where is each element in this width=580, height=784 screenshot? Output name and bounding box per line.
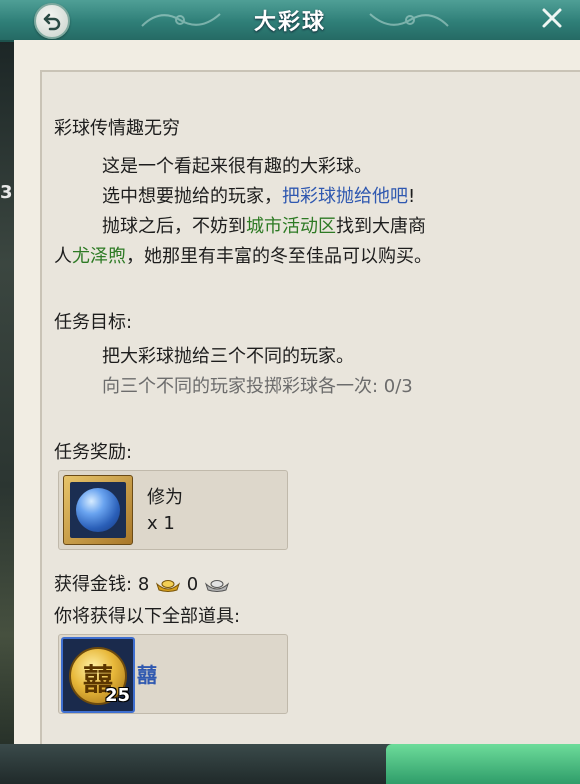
gold-ingot-icon xyxy=(155,580,181,592)
description-line-2: 选中想要抛给的玩家，把彩球抛给他吧! xyxy=(102,186,416,207)
reward-item-quantity: x 1 xyxy=(147,513,175,534)
quest-content: 彩球传情趣无穷 这是一个看起来很有趣的大彩球。 选中想要抛给的玩家，把彩球抛给他… xyxy=(40,70,580,772)
close-icon[interactable] xyxy=(540,6,564,30)
money-row: 获得金钱: 8 0 xyxy=(54,570,230,596)
reward-item-name: 修为 xyxy=(147,487,183,508)
gold-amount: 8 xyxy=(137,574,150,595)
npc-name-link[interactable]: 尤泽煦 xyxy=(72,246,126,267)
action-button[interactable] xyxy=(386,744,580,784)
game-world-edge: 3 xyxy=(0,40,14,784)
blue-orb-icon xyxy=(76,488,120,532)
cultivation-item-frame xyxy=(63,475,133,545)
objective-task: 把大彩球抛给三个不同的玩家。 xyxy=(102,346,354,367)
objective-progress: 向三个不同的玩家投掷彩球各一次: 0/3 xyxy=(102,376,413,397)
silver-ingot-icon xyxy=(204,580,230,592)
throw-ball-link[interactable]: 把彩球抛给他吧 xyxy=(282,186,408,207)
edge-number: 3 xyxy=(0,182,13,203)
quest-panel: 彩球传情趣无穷 这是一个看起来很有趣的大彩球。 选中想要抛给的玩家，把彩球抛给他… xyxy=(14,40,580,772)
item-name-glyph: 囍 xyxy=(137,663,157,687)
coin-quantity: 25 xyxy=(105,685,131,706)
city-activity-area-link[interactable]: 城市活动区 xyxy=(246,216,336,237)
reward-item-slot[interactable]: 修为 x 1 xyxy=(58,470,288,550)
item-slot[interactable]: 囍 25 囍 xyxy=(58,634,288,714)
coin-item-frame: 囍 25 xyxy=(61,637,135,713)
rewards-heading: 任务奖励: xyxy=(54,442,133,463)
money-label: 获得金钱: xyxy=(54,574,133,595)
description-line-4: 人尤泽煦，她那里有丰富的冬至佳品可以购买。 xyxy=(54,246,432,267)
objective-heading: 任务目标: xyxy=(54,312,133,333)
window-header: 大彩球 xyxy=(0,0,580,42)
items-heading: 你将获得以下全部道具: xyxy=(54,606,241,627)
description-line-1: 这是一个看起来很有趣的大彩球。 xyxy=(102,156,372,177)
description-line-3: 抛球之后，不妨到城市活动区找到大唐商 xyxy=(102,216,426,237)
silver-amount: 0 xyxy=(186,574,199,595)
description-heading: 彩球传情趣无穷 xyxy=(54,118,180,139)
window-footer xyxy=(0,744,580,784)
window-title: 大彩球 xyxy=(253,10,326,35)
